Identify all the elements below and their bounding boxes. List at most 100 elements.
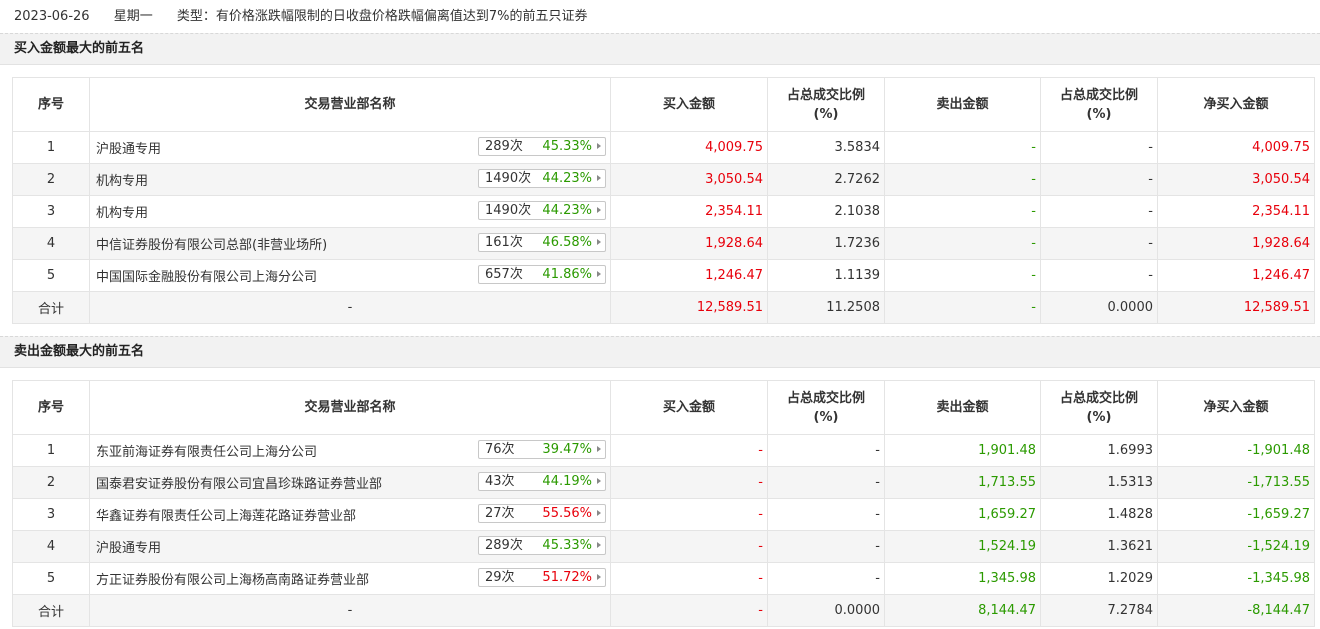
branch-stats-button[interactable]: 27次 55.56%: [478, 504, 606, 523]
branch-cell: 中信证券股份有限公司总部(非营业场所) 161次 46.58%: [89, 227, 611, 260]
sell-amount: 1,901.48: [884, 434, 1041, 467]
sell-ratio: -: [1040, 227, 1158, 260]
total-branch: -: [89, 291, 611, 324]
sell-amount: -: [884, 195, 1041, 228]
net-amount: -1,524.19: [1157, 530, 1315, 563]
row-seq: 2: [12, 466, 90, 499]
appearance-count: 1490次: [485, 203, 532, 218]
col-buy: 买入金额: [610, 380, 768, 435]
sell-ratio: 1.2029: [1040, 562, 1158, 595]
appearance-count: 1490次: [485, 171, 532, 186]
col-sell-ratio-line1: 占总成交比例: [1059, 87, 1138, 103]
buy-table-wrap: 序号 交易营业部名称 买入金额 占总成交比例 (%) 卖出金额 占总成交比例 (%)…: [0, 65, 1320, 324]
branch-stats-button[interactable]: 29次 51.72%: [478, 568, 606, 587]
buy-amount: 1,928.64: [610, 227, 768, 260]
triangle-right-icon: [597, 175, 601, 181]
branch-stats-button[interactable]: 76次 39.47%: [478, 440, 606, 459]
table-header-row: 序号 交易营业部名称 买入金额 占总成交比例 (%) 卖出金额 占总成交比例 (%)…: [12, 380, 1315, 435]
buy-ratio: -: [767, 498, 885, 531]
triangle-right-icon: [597, 271, 601, 277]
total-buy: 12,589.51: [610, 291, 768, 324]
buy-amount: 4,009.75: [610, 131, 768, 164]
table-row: 4 中信证券股份有限公司总部(非营业场所) 161次 46.58% 1,928.64 1.…: [12, 227, 1315, 260]
total-sell: -: [884, 291, 1041, 324]
col-seq: 序号: [12, 77, 90, 132]
info-bar: 2023-06-26 星期一 类型：有价格涨跌幅限制的日收盘价格跌幅偏离值达到7…: [0, 0, 1320, 33]
listing-type: 类型：有价格涨跌幅限制的日收盘价格跌幅偏离值达到7%的前五只证券: [176, 9, 588, 24]
buy-ratio: -: [767, 466, 885, 499]
triangle-right-icon: [597, 239, 601, 245]
total-net: 12,589.51: [1157, 291, 1315, 324]
sell-ratio: 1.5313: [1040, 466, 1158, 499]
branch-name[interactable]: 机构专用: [96, 206, 148, 221]
sell-top5-table: 序号 交易营业部名称 买入金额 占总成交比例 (%) 卖出金额 占总成交比例 (%)…: [12, 380, 1315, 627]
table-row: 1 沪股通专用 289次 45.33% 4,009.75 3.5834- -4,009.75: [12, 131, 1315, 164]
total-sell-ratio: 0.0000: [1040, 291, 1158, 324]
buy-table-body: 1 沪股通专用 289次 45.33% 4,009.75 3.5834- -4,009.75…: [12, 131, 1315, 324]
buy-amount: 2,354.11: [610, 195, 768, 228]
triangle-right-icon: [597, 478, 601, 484]
appearance-count: 657次: [485, 267, 523, 282]
buy-amount: -: [610, 562, 768, 595]
total-label: 合计: [12, 291, 90, 324]
table-row: 5 中国国际金融股份有限公司上海分公司 657次 41.86% 1,246.47 1.11…: [12, 259, 1315, 292]
buy-ratio: -: [767, 434, 885, 467]
net-amount: 1,246.47: [1157, 259, 1315, 292]
col-branch: 交易营业部名称: [89, 77, 611, 132]
net-amount: 3,050.54: [1157, 163, 1315, 196]
branch-stats-button[interactable]: 1490次 44.23%: [478, 169, 606, 188]
sell-ratio: 1.3621: [1040, 530, 1158, 563]
buy-ratio: -: [767, 530, 885, 563]
branch-name[interactable]: 国泰君安证券股份有限公司宜昌珍珠路证券营业部: [96, 477, 382, 492]
branch-stats-button[interactable]: 161次 46.58%: [478, 233, 606, 252]
table-row: 4 沪股通专用 289次 45.33% - -1,524.19 1.3621 -1,524.1…: [12, 530, 1315, 563]
col-sell-ratio: 占总成交比例 (%): [1040, 77, 1158, 132]
col-branch: 交易营业部名称: [89, 380, 611, 435]
sell-ratio: -: [1040, 163, 1158, 196]
sell-amount: 1,524.19: [884, 530, 1041, 563]
buy-amount: -: [610, 530, 768, 563]
total-row: 合计 - -0.0000 8,144.47 7.2784 -8,144.47: [12, 594, 1315, 627]
total-branch: -: [89, 594, 611, 627]
row-seq: 5: [12, 562, 90, 595]
branch-cell: 中国国际金融股份有限公司上海分公司 657次 41.86%: [89, 259, 611, 292]
success-rate: 46.58%: [542, 235, 592, 250]
table-row: 2 机构专用 1490次 44.23% 3,050.54 2.7262- -3,050.54: [12, 163, 1315, 196]
col-net: 净买入金额: [1157, 77, 1315, 132]
success-rate: 39.47%: [542, 442, 592, 457]
branch-name[interactable]: 东亚前海证券有限责任公司上海分公司: [96, 445, 317, 460]
branch-name[interactable]: 中信证券股份有限公司总部(非营业场所): [96, 238, 327, 253]
branch-stats-button[interactable]: 289次 45.33%: [478, 137, 606, 156]
table-row: 3 华鑫证券有限责任公司上海莲花路证券营业部 27次 55.56% - -1,659.27…: [12, 498, 1315, 531]
sell-amount: 1,713.55: [884, 466, 1041, 499]
branch-name[interactable]: 华鑫证券有限责任公司上海莲花路证券营业部: [96, 509, 356, 524]
total-row: 合计 -12,589.51 11.2508-0.0000 12,589.51: [12, 291, 1315, 324]
branch-name[interactable]: 机构专用: [96, 174, 148, 189]
branch-name[interactable]: 沪股通专用: [96, 142, 161, 157]
branch-stats-button[interactable]: 43次 44.19%: [478, 472, 606, 491]
branch-stats-button[interactable]: 1490次 44.23%: [478, 201, 606, 220]
row-seq: 1: [12, 131, 90, 164]
appearance-count: 43次: [485, 474, 515, 489]
buy-amount: -: [610, 466, 768, 499]
buy-amount: -: [610, 498, 768, 531]
buy-section-title: 买入金额最大的前五名: [0, 33, 1320, 65]
buy-top5-table: 序号 交易营业部名称 买入金额 占总成交比例 (%) 卖出金额 占总成交比例 (%)…: [12, 77, 1315, 324]
branch-stats-button[interactable]: 289次 45.33%: [478, 536, 606, 555]
row-seq: 4: [12, 227, 90, 260]
branch-stats-button[interactable]: 657次 41.86%: [478, 265, 606, 284]
col-buy-ratio-line2: (%): [813, 409, 839, 425]
branch-name[interactable]: 沪股通专用: [96, 541, 161, 556]
branch-name[interactable]: 方正证券股份有限公司上海杨高南路证券营业部: [96, 573, 369, 588]
triangle-right-icon: [597, 574, 601, 580]
row-seq: 4: [12, 530, 90, 563]
branch-cell: 沪股通专用 289次 45.33%: [89, 530, 611, 563]
sell-section-title: 卖出金额最大的前五名: [0, 336, 1320, 368]
col-seq: 序号: [12, 380, 90, 435]
table-row: 1 东亚前海证券有限责任公司上海分公司 76次 39.47% - -1,901.48 1.6…: [12, 434, 1315, 467]
branch-name[interactable]: 中国国际金融股份有限公司上海分公司: [96, 270, 317, 285]
buy-ratio: 3.5834: [767, 131, 885, 164]
col-sell-ratio-line2: (%): [1086, 106, 1112, 122]
row-seq: 1: [12, 434, 90, 467]
col-buy: 买入金额: [610, 77, 768, 132]
